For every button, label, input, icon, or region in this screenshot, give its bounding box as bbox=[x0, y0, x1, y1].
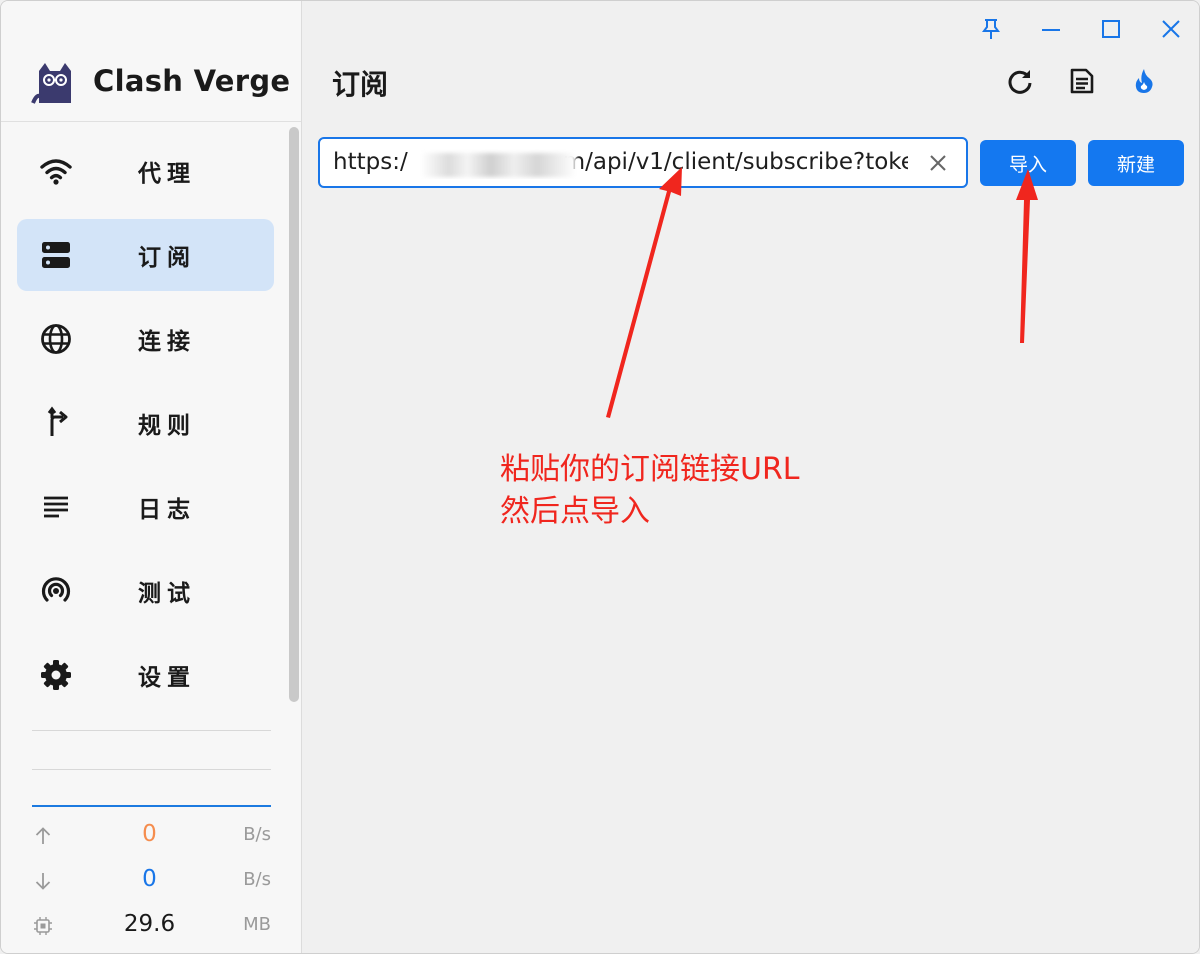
page-title: 订阅 bbox=[332, 68, 389, 101]
arrow-down-icon bbox=[35, 873, 51, 890]
chip-icon bbox=[34, 917, 52, 935]
radar-icon bbox=[39, 574, 73, 608]
sidebar: Clash Verge 代理 订阅 连接 规则 日志 测试 设置 0 B/s 0… bbox=[1, 1, 302, 953]
sidebar-nav: 代理 订阅 连接 规则 日志 测试 设置 bbox=[17, 135, 274, 723]
sidebar-item-label: 连接 bbox=[138, 329, 196, 355]
url-value[interactable]: https:/ m/api/v1/client/subscribe?token bbox=[333, 149, 908, 179]
sidebar-scrollbar[interactable] bbox=[289, 127, 299, 702]
minimize-button[interactable] bbox=[1021, 9, 1081, 49]
route-icon bbox=[39, 406, 73, 440]
header-actions bbox=[989, 61, 1175, 101]
upload-speed: 0 B/s bbox=[32, 821, 271, 851]
sidebar-item-label: 规则 bbox=[138, 413, 196, 439]
globe-icon bbox=[39, 322, 73, 356]
sidebar-item-proxy[interactable]: 代理 bbox=[17, 135, 274, 207]
pin-icon bbox=[982, 19, 1000, 39]
redacted-blur bbox=[421, 153, 576, 177]
pin-button[interactable] bbox=[961, 9, 1021, 49]
sidebar-item-label: 测试 bbox=[138, 581, 196, 607]
download-unit: B/s bbox=[243, 869, 271, 890]
traffic-graph-baseline bbox=[32, 805, 271, 807]
url-suffix: m/api/v1/client/subscribe?token bbox=[562, 149, 908, 175]
app-logo: Clash Verge bbox=[31, 57, 290, 105]
document-button[interactable] bbox=[1051, 61, 1113, 101]
cat-logo-icon bbox=[31, 63, 71, 104]
upload-unit: B/s bbox=[243, 824, 271, 845]
close-window-button[interactable] bbox=[1141, 9, 1199, 49]
sidebar-item-label: 代理 bbox=[138, 161, 196, 187]
sidebar-item-label: 日志 bbox=[138, 497, 196, 523]
import-button[interactable]: 导入 bbox=[980, 140, 1076, 186]
wifi-icon bbox=[39, 154, 73, 188]
refresh-button[interactable] bbox=[989, 61, 1051, 101]
maximize-button[interactable] bbox=[1081, 9, 1141, 49]
gear-icon bbox=[39, 658, 73, 692]
sidebar-item-logs[interactable]: 日志 bbox=[17, 471, 274, 543]
arrow-up-icon bbox=[35, 827, 51, 844]
upload-value: 0 bbox=[142, 821, 157, 847]
window-controls bbox=[961, 9, 1199, 49]
memory-value: 29.6 bbox=[123, 911, 176, 937]
divider bbox=[32, 730, 271, 731]
sidebar-item-label: 设置 bbox=[138, 665, 196, 691]
maximize-icon bbox=[1102, 20, 1120, 38]
sidebar-item-label: 订阅 bbox=[138, 245, 196, 271]
clear-input-icon[interactable] bbox=[926, 151, 950, 175]
logo-divider bbox=[1, 121, 301, 122]
minimize-icon bbox=[1042, 29, 1060, 31]
refresh-icon bbox=[1008, 70, 1032, 94]
document-icon bbox=[1070, 68, 1094, 94]
app-window: Clash Verge 代理 订阅 连接 规则 日志 测试 设置 0 B/s 0… bbox=[0, 0, 1200, 954]
fire-icon bbox=[1135, 69, 1153, 93]
memory-unit: MB bbox=[243, 914, 271, 935]
main-panel: 订阅 https:/ m/api/v1/client/subscribe?tok… bbox=[302, 1, 1199, 953]
sidebar-item-rules[interactable]: 规则 bbox=[17, 387, 274, 459]
divider bbox=[32, 769, 271, 770]
app-name: Clash Verge bbox=[93, 64, 291, 98]
subscription-url-input[interactable]: https:/ m/api/v1/client/subscribe?token bbox=[318, 137, 968, 188]
annotation-text: 粘贴你的订阅链接URL 然后点导入 bbox=[500, 449, 800, 533]
sidebar-item-subscription[interactable]: 订阅 bbox=[17, 219, 274, 291]
arrow-to-import-button bbox=[1016, 169, 1038, 343]
sidebar-item-test[interactable]: 测试 bbox=[17, 555, 274, 627]
url-prefix: https:/ bbox=[333, 149, 408, 175]
annotation-line-1: 粘贴你的订阅链接URL bbox=[500, 452, 800, 487]
annotation-line-2: 然后点导入 bbox=[500, 494, 650, 529]
download-value: 0 bbox=[142, 866, 157, 892]
download-speed: 0 B/s bbox=[32, 866, 271, 896]
log-lines-icon bbox=[39, 490, 73, 524]
sidebar-item-settings[interactable]: 设置 bbox=[17, 639, 274, 711]
update-all-button[interactable] bbox=[1113, 61, 1175, 101]
sidebar-item-connections[interactable]: 连接 bbox=[17, 303, 274, 375]
new-button[interactable]: 新建 bbox=[1088, 140, 1184, 186]
arrow-to-url-input bbox=[606, 167, 682, 418]
subscription-icon bbox=[39, 238, 73, 272]
memory-usage: 29.6 MB bbox=[32, 911, 271, 941]
close-icon bbox=[1162, 20, 1180, 38]
